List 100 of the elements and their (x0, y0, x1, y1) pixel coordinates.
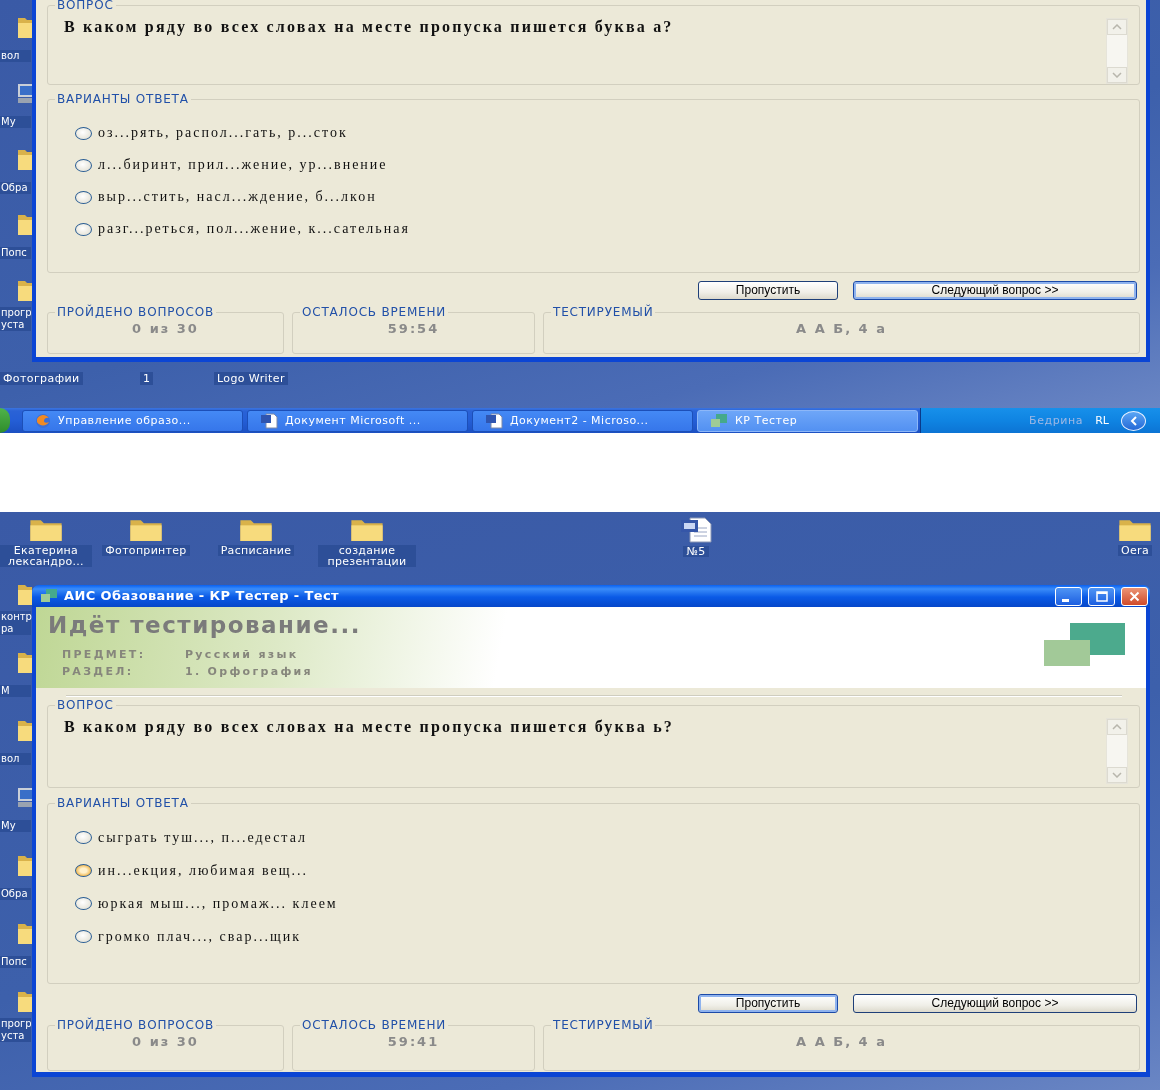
answer-text: л...биринт, прил...жение, ур...внение (98, 157, 388, 173)
desktop-icon-label[interactable]: вол (0, 752, 31, 765)
folder-icon (18, 279, 32, 301)
document-icon (260, 412, 278, 429)
minimize-icon (1062, 598, 1069, 602)
radio-button[interactable] (75, 158, 92, 172)
desktop-icon-label[interactable]: прогр уста (0, 1017, 31, 1042)
group-legend: ПРОЙДЕНО ВОПРОСОВ (55, 1019, 216, 1031)
group-legend: ТЕСТИРУЕМЫЙ (551, 1019, 656, 1031)
desktop-icon-label[interactable]: Обра (0, 888, 31, 901)
answer-text: оз...рять, распол...гать, р...сток (98, 125, 348, 141)
desktop-icon-label[interactable]: контр ра (0, 611, 31, 635)
globe-icon (35, 412, 51, 429)
desktop-icon-label[interactable]: Фотографии (0, 372, 83, 385)
window-title: АИС Обазование - КР Тестер - Тест (64, 588, 341, 604)
field-label: РАЗДЕЛ: (62, 664, 135, 680)
answer-text: ин...екция, любимая вещ... (98, 862, 308, 879)
folder-icon (18, 989, 32, 1012)
desktop-icon-label[interactable]: 1 (140, 372, 154, 385)
folder-icon (18, 922, 32, 944)
radio-button[interactable] (75, 864, 92, 877)
group-legend: ВОПРОС (55, 699, 116, 711)
tray-user-name: Бедрина (1029, 414, 1084, 427)
desktop-icon-label[interactable]: М (0, 684, 31, 697)
folder-icon (18, 854, 32, 877)
desktop-icon-label[interactable]: Расписание (217, 545, 295, 556)
folder-icon (18, 583, 32, 605)
answer-text: юркая мыш..., промаж... клеем (98, 895, 338, 912)
close-icon (1129, 590, 1140, 602)
field-value: Русский язык (185, 647, 300, 663)
question-text: В каком ряду во всех словах на месте пропуска пишется буква а? (63, 17, 674, 38)
question-text: В каком ряду во всех словах на месте пропуска пишется буква ь? (63, 717, 675, 738)
taskbar-button[interactable]: Документ2 - Microso... (472, 409, 693, 432)
next-question-button[interactable]: Следующий вопрос >> (853, 994, 1137, 1013)
desktop-icon-label[interactable]: Oera (1118, 545, 1152, 556)
tray-expand-button[interactable] (1121, 410, 1146, 431)
desktop-icon-label[interactable]: создание презентации (318, 545, 416, 567)
radio-button[interactable] (75, 126, 92, 140)
squares-icon (40, 588, 58, 604)
folder-icon (18, 147, 32, 170)
folder-icon (129, 517, 163, 542)
skip-button[interactable]: Пропустить (698, 281, 838, 300)
folder-icon (18, 16, 32, 38)
folder-icon (18, 718, 32, 741)
radio-button[interactable] (75, 831, 92, 844)
language-indicator[interactable]: RL (1095, 414, 1109, 427)
chevron-left-icon (1129, 415, 1138, 426)
desktop-icon-label[interactable]: Logo Writer (214, 372, 288, 385)
radio-button[interactable] (75, 190, 92, 204)
radio-button[interactable] (75, 930, 92, 943)
start-button[interactable] (0, 408, 10, 433)
desktop-icon-label[interactable]: Попс (0, 956, 31, 968)
status-value: А А Б, 4 а (796, 1035, 887, 1049)
radio-button[interactable] (75, 897, 92, 910)
computer-icon (18, 81, 32, 104)
answer-text: сыграть туш..., п...едестал (98, 829, 307, 846)
answer-text: выр...стить, насл...ждение, б...лкон (98, 189, 377, 205)
field-label: ПРЕДМЕТ: (62, 647, 147, 663)
status-value: 59:41 (387, 1035, 440, 1049)
taskbar-button[interactable]: Управление образо... (22, 409, 243, 432)
desktop-icon-label[interactable]: вол (0, 50, 31, 62)
group-legend: ВАРИАНТЫ ОТВЕТА (55, 797, 191, 809)
status-value: 0 из 30 (132, 322, 199, 336)
chevron-up-icon (1112, 724, 1122, 730)
group-legend: ВОПРОС (55, 0, 116, 11)
answer-text: громко плач..., свар...щик (98, 928, 302, 945)
group-legend: ОСТАЛОСЬ ВРЕМЕНИ (300, 1019, 449, 1031)
chevron-down-icon (1112, 772, 1122, 778)
status-heading: Идёт тестирование... (48, 612, 361, 638)
document-icon (678, 517, 714, 543)
close-button[interactable] (1121, 586, 1148, 606)
minimize-button[interactable] (1055, 586, 1082, 606)
skip-button[interactable]: Пропустить (698, 994, 838, 1013)
folder-icon (350, 517, 384, 542)
desktop-icon-label[interactable]: My (0, 115, 31, 128)
desktop-icon-label[interactable]: Фотопринтер (102, 545, 190, 556)
desktop-icon-label[interactable]: Екатерина лександро... (0, 545, 92, 567)
group-legend: ПРОЙДЕНО ВОПРОСОВ (55, 306, 216, 318)
maximize-icon (1095, 590, 1108, 602)
taskbar-button[interactable]: Документ Microsoft ... (247, 409, 468, 432)
desktop-icon-label[interactable]: прогр уста (0, 307, 31, 331)
chevron-up-icon (1112, 24, 1122, 30)
document-icon (485, 412, 503, 429)
desktop-icon-label[interactable]: Попс (0, 247, 31, 260)
folder-icon (239, 517, 273, 542)
group-legend: ТЕСТИРУЕМЫЙ (551, 306, 656, 318)
next-question-button[interactable]: Следующий вопрос >> (853, 281, 1137, 300)
maximize-button[interactable] (1088, 586, 1115, 606)
folder-icon (1118, 517, 1152, 542)
radio-button[interactable] (75, 222, 92, 236)
status-value: 59:54 (387, 322, 440, 336)
desktop-icon-label[interactable]: №5 (683, 546, 709, 557)
answer-text: разг...реться, пол...жение, к...сательная (98, 221, 410, 237)
chevron-down-icon (1112, 72, 1122, 78)
desktop-icon-label[interactable]: Обра (0, 181, 31, 194)
status-value: А А Б, 4 а (796, 322, 887, 336)
desktop-icon-label[interactable]: My (0, 820, 31, 833)
status-value: 0 из 30 (132, 1035, 199, 1049)
folder-icon (29, 517, 63, 542)
field-value: 1. Орфография (185, 664, 313, 680)
